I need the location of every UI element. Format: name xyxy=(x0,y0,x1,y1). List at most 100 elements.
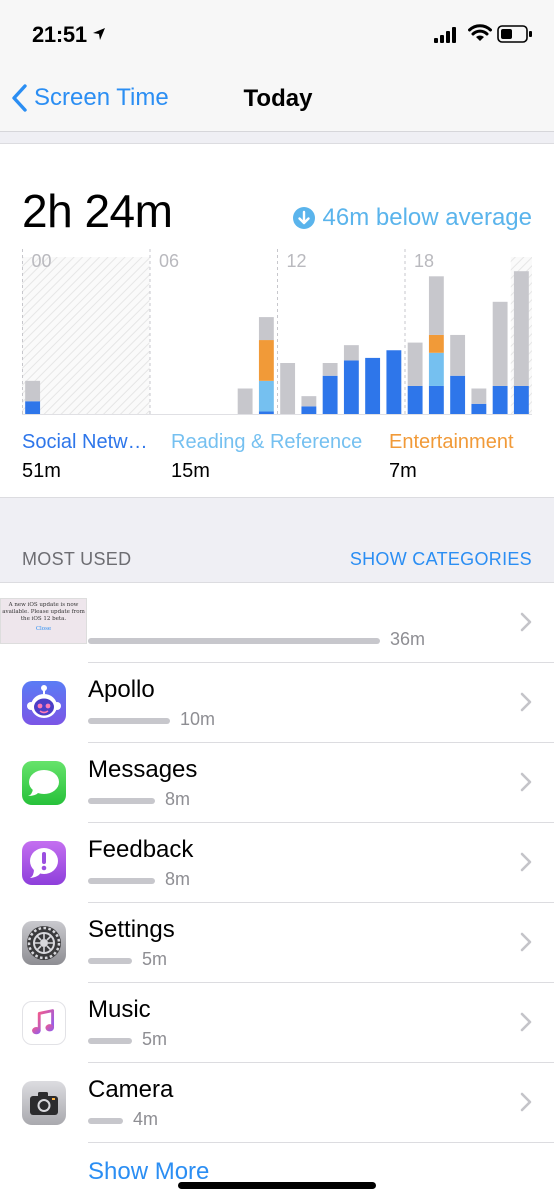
chart-bar-segment xyxy=(237,388,253,414)
camera-icon xyxy=(22,1081,66,1125)
chart-bar-segment xyxy=(258,340,274,381)
chevron-right-icon xyxy=(520,1092,532,1112)
app-name: Camera xyxy=(88,1076,174,1103)
chart-bar-segment xyxy=(25,380,41,402)
x-tick-label: 00 xyxy=(32,251,52,271)
settings-icon xyxy=(22,921,66,965)
chart-bar-segment xyxy=(450,375,466,414)
category-name: Reading & Reference xyxy=(171,431,363,453)
cellular-signal-icon xyxy=(434,27,456,43)
chevron-right-icon xyxy=(520,1012,532,1032)
row-divider xyxy=(88,1142,554,1143)
navigation-bar: Screen Time Today xyxy=(0,64,554,132)
x-tick-label: 12 xyxy=(287,251,307,271)
chevron-right-icon xyxy=(520,612,532,632)
app-row-camera[interactable]: Camera 4m xyxy=(0,1063,554,1143)
chart-bar-segment xyxy=(407,342,423,386)
wifi-icon xyxy=(468,24,492,41)
usage-bar xyxy=(88,798,155,804)
app-row-messages[interactable]: Messages 8m xyxy=(0,743,554,823)
usage-bar xyxy=(88,958,132,964)
app-thumbnail: A new iOS update is now available. Pleas… xyxy=(0,598,87,644)
battery-icon xyxy=(497,25,532,43)
usage-time: 8m xyxy=(165,869,191,889)
messages-icon xyxy=(22,761,66,805)
total-screen-time: 2h 24m xyxy=(22,185,173,237)
chart-bar-segment xyxy=(258,411,274,414)
chart-bar-segment xyxy=(258,380,274,412)
category-time: 51m xyxy=(22,460,61,482)
chart-bar-segment xyxy=(258,317,274,341)
average-comparison-text: 46m below average xyxy=(322,204,532,231)
chart-bar-segment xyxy=(322,375,338,414)
chart-bar-segment xyxy=(428,334,444,353)
chart-bar-segment xyxy=(450,334,466,376)
chevron-right-icon xyxy=(520,852,532,872)
app-row-screenshot[interactable]: A new iOS update is now available. Pleas… xyxy=(0,583,554,663)
app-name: Apollo xyxy=(88,676,155,703)
chart-bar-segment xyxy=(343,360,359,414)
chart-bar-segment xyxy=(492,385,508,414)
chart-bar-segment xyxy=(386,350,402,414)
chevron-right-icon xyxy=(520,932,532,952)
status-bar: 21:51 xyxy=(0,0,554,64)
average-comparison: 46m below average xyxy=(292,204,532,232)
most-used-header: MOST USED SHOW CATEGORIES xyxy=(0,498,554,582)
usage-bar xyxy=(88,878,155,884)
chart-bar-segment xyxy=(25,401,41,414)
feedback-icon xyxy=(22,841,66,885)
daily-summary-card: 2h 24m 46m below average 00 06 12 18 Social… xyxy=(0,143,554,498)
chart-bar-segment xyxy=(428,276,444,335)
chart-bar-segment xyxy=(301,406,317,414)
app-row-settings[interactable]: Settings 5m xyxy=(0,903,554,983)
app-name: Settings xyxy=(88,916,175,943)
usage-time: 5m xyxy=(142,949,168,969)
category-name: Entertainment xyxy=(389,431,514,453)
app-row-apollo[interactable]: Apollo 10m xyxy=(0,663,554,743)
usage-time: 36m xyxy=(390,629,426,649)
category-name: Social Netw… xyxy=(22,431,148,453)
show-categories-button[interactable]: SHOW CATEGORIES xyxy=(350,549,532,570)
chart-bar-segment xyxy=(428,352,444,386)
chart-bar-segment xyxy=(407,385,423,414)
chart-bar-segment xyxy=(513,271,529,386)
chart-bar-segment xyxy=(280,363,296,414)
app-name: Feedback xyxy=(88,836,194,863)
app-name: Music xyxy=(88,996,151,1023)
chart-bar-segment xyxy=(471,403,487,414)
chart-bar-segment xyxy=(322,363,338,376)
app-row-music[interactable]: Music 5m xyxy=(0,983,554,1063)
app-name: Messages xyxy=(88,756,198,783)
usage-time: 8m xyxy=(165,789,191,809)
usage-time: 10m xyxy=(180,709,216,729)
arrow-down-circle-icon xyxy=(292,207,315,229)
chevron-right-icon xyxy=(520,772,532,792)
x-tick-label: 18 xyxy=(414,251,434,271)
status-time: 21:51 xyxy=(32,22,87,47)
chart-bar-segment xyxy=(343,345,359,361)
inactive-hours-region xyxy=(22,257,150,414)
usage-time: 4m xyxy=(133,1109,159,1129)
chart-bar-segment xyxy=(513,385,529,414)
x-tick-label: 06 xyxy=(159,251,179,271)
home-indicator[interactable] xyxy=(178,1182,376,1189)
page-title: Today xyxy=(243,85,313,112)
chart-bar-segment xyxy=(471,388,487,404)
section-title: MOST USED xyxy=(22,549,132,569)
chart-bar-segment xyxy=(301,396,317,407)
chevron-right-icon xyxy=(520,692,532,712)
category-entertainment: Entertainment 7m xyxy=(389,431,514,483)
usage-bar xyxy=(88,1038,132,1044)
chart-bar-segment xyxy=(428,385,444,414)
music-icon xyxy=(22,1001,66,1045)
most-used-app-list: A new iOS update is now available. Pleas… xyxy=(0,582,554,1200)
category-reading-reference: Reading & Reference 15m xyxy=(171,431,362,483)
usage-bar xyxy=(88,1118,123,1124)
chart-bar-segment xyxy=(492,301,508,386)
usage-bar xyxy=(88,718,170,724)
usage-time: 5m xyxy=(142,1029,168,1049)
chart-bar-segment xyxy=(365,357,381,414)
hourly-usage-chart: 00 06 12 18 xyxy=(22,249,532,415)
category-time: 15m xyxy=(171,460,210,482)
app-row-feedback[interactable]: Feedback 8m xyxy=(0,823,554,903)
